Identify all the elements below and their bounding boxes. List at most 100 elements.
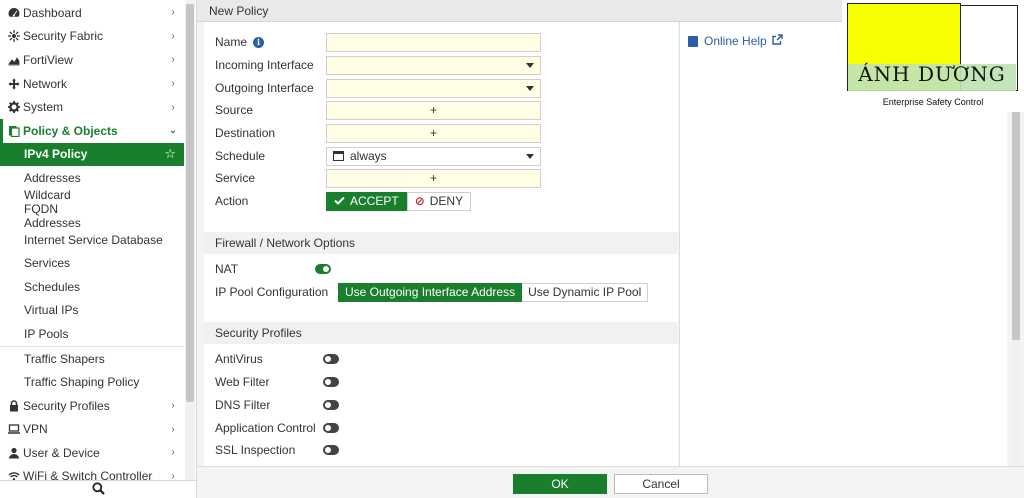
dns-filter-toggle[interactable] [323,400,339,410]
sidebar-item-label: User & Device [23,445,100,460]
sidebar-item-label: System [23,100,64,115]
ippool-label: IP Pool Configuration [215,285,329,299]
chevron-right-icon: › [171,78,175,90]
form-row-schedule: Schedule always [215,146,541,166]
accept-button[interactable]: ACCEPT [326,191,407,211]
incoming-interface-select[interactable] [326,55,541,75]
deny-button[interactable]: ⊘ DENY [406,191,472,211]
add-icon: + [429,103,437,117]
sidebar-item-label: WiFi & Switch Controller [23,469,153,480]
name-label: Name [215,35,248,49]
ssl-inspection-toggle[interactable] [323,445,339,455]
main-scrollbar-thumb[interactable] [1012,100,1020,340]
application-control-label: Application Control [215,421,316,435]
schedule-select[interactable]: always [326,146,541,166]
sidebar-item-user-device[interactable]: User & Device › [0,441,184,465]
chevron-right-icon: › [171,30,175,42]
sidebar-subitem-services[interactable]: Services [0,251,184,275]
application-control-toggle[interactable] [323,423,339,433]
nat-label: NAT [215,262,239,276]
book-icon [688,35,698,47]
outgoing-interface-select[interactable] [326,78,541,98]
online-help-label: Online Help [704,34,767,48]
sidebar-search-button[interactable] [0,480,196,498]
info-icon[interactable]: i [253,36,265,48]
wifi-icon [7,470,20,480]
antivirus-toggle[interactable] [323,354,339,364]
sidebar-item-network[interactable]: Network › [0,72,184,96]
web-filter-label: Web Filter [215,375,270,389]
destination-add-field[interactable]: + [326,123,541,143]
form-row-outgoing: Outgoing Interface [215,78,541,98]
use-outgoing-interface-option[interactable]: Use Outgoing Interface Address [338,282,523,302]
accept-label: ACCEPT [350,194,399,208]
add-icon: + [429,171,437,185]
web-filter-toggle[interactable] [323,377,339,387]
sidebar-subitem-schedules[interactable]: Schedules [0,275,184,299]
use-dynamic-ip-pool-option[interactable]: Use Dynamic IP Pool [522,282,649,302]
antivirus-label: AntiVirus [215,352,263,366]
sidebar-subitem-virtual-ips[interactable]: Virtual IPs [0,299,184,323]
dns-filter-label: DNS Filter [215,398,271,412]
sidebar-item-vpn[interactable]: VPN › [0,418,184,442]
ok-button[interactable]: OK [513,474,607,494]
sidebar-scrollbar-thumb[interactable] [186,4,194,402]
policy-form: Name i Incoming Interface Outgoing Interf… [204,22,678,466]
form-row-incoming: Incoming Interface [215,55,541,75]
chevron-right-icon: › [171,101,175,113]
sidebar-subitem-ip-pools[interactable]: IP Pools [0,322,184,346]
deny-icon: ⊘ [414,194,425,208]
form-row-source: Source + [215,100,541,120]
sidebar-item-wifi-switch[interactable]: WiFi & Switch Controller › [0,465,184,480]
security-profiles-section-header: Security Profiles [204,322,678,344]
sidebar-item-security-fabric[interactable]: Security Fabric › [0,25,184,49]
caret-down-icon [526,62,534,68]
sidebar-item-label: Security Profiles [23,398,110,413]
destination-label: Destination [215,126,276,140]
form-row-web-filter: Web Filter [215,372,339,392]
sidebar-subitem-traffic-shapers[interactable]: Traffic Shapers [0,347,184,371]
sidebar-subitem-traffic-shaping-policy[interactable]: Traffic Shaping Policy [0,370,184,394]
caret-down-icon [526,85,534,91]
deny-label: DENY [429,194,464,208]
sidebar-subitem-addresses[interactable]: Addresses [0,166,184,190]
nat-toggle[interactable] [315,264,331,274]
chevron-right-icon: › [171,400,175,412]
logo-brand-text: ÁNH DƯƠNG [858,62,1006,86]
sidebar-item-policy-objects[interactable]: Policy & Objects ⌄ [0,118,184,143]
form-row-dns-filter: DNS Filter [215,395,339,415]
form-row-service: Service + [215,168,541,188]
form-row-ssl-inspection: SSL Inspection [215,440,339,460]
sidebar-item-dashboard[interactable]: Dashboard › [0,1,184,25]
schedule-label: Schedule [215,149,266,163]
sidebar-subitem-ipv4-policy[interactable]: IPv4 Policy ☆ [0,142,184,167]
service-add-field[interactable]: + [326,168,541,188]
incoming-interface-label: Incoming Interface [215,58,314,72]
calendar-icon [333,151,344,161]
sidebar-item-fortiview[interactable]: FortiView › [0,48,184,72]
user-icon [7,446,20,459]
source-add-field[interactable]: + [326,100,541,120]
form-row-nat: NAT [215,259,331,279]
external-link-icon [772,34,783,48]
watermark-logo: ÁNH DƯƠNG Enterprise Safety Control [842,0,1024,112]
star-icon[interactable]: ☆ [164,146,176,162]
sidebar-subitem-isdb[interactable]: Internet Service Database [0,228,184,252]
chevron-right-icon: › [171,447,175,459]
sidebar-item-system[interactable]: System › [0,95,184,119]
fortiview-icon [7,53,20,66]
sidebar-subitem-wildcard-fqdn[interactable]: Wildcard FQDN Addresses [0,188,110,230]
sidebar-item-label: Dashboard [23,5,82,20]
dashboard-icon [7,6,20,19]
sidebar-item-security-profiles[interactable]: Security Profiles › [0,394,184,418]
cancel-button[interactable]: Cancel [614,474,708,494]
sidebar-scrollbar[interactable] [185,0,195,480]
security-fabric-icon [7,30,20,43]
online-help-link[interactable]: Online Help [688,34,783,48]
network-icon [7,77,20,90]
schedule-value: always [350,149,387,163]
policy-icon [7,124,20,137]
name-input[interactable] [326,32,541,52]
firewall-section-header: Firewall / Network Options [204,232,678,254]
chevron-right-icon: › [171,470,175,480]
